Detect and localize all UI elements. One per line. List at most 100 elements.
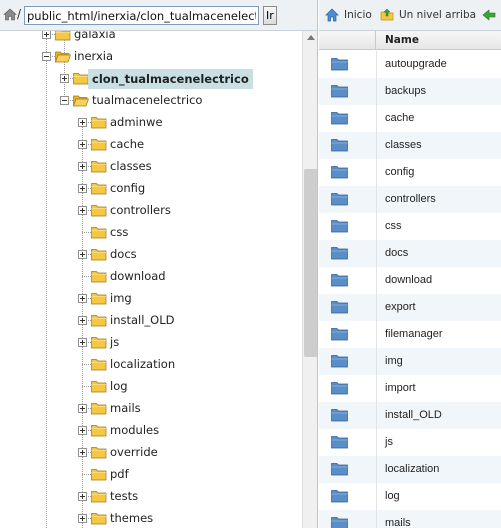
expand-icon[interactable] [60, 74, 69, 83]
expand-icon[interactable] [78, 448, 87, 457]
tree-node-label[interactable]: tualmacenelectrico [92, 93, 202, 108]
file-name[interactable]: config [385, 166, 414, 178]
tree-node-label[interactable]: download [110, 269, 166, 284]
tree-node[interactable]: config [0, 178, 300, 200]
tree-node-label[interactable]: classes [110, 159, 152, 174]
tree-node[interactable]: docs [0, 244, 300, 266]
file-name[interactable]: export [385, 301, 416, 313]
expand-icon[interactable] [78, 316, 87, 325]
tree-node[interactable]: install_OLD [0, 310, 300, 332]
tree-node-label[interactable]: js [110, 335, 119, 350]
file-name[interactable]: classes [385, 139, 422, 151]
tree-node[interactable]: mails [0, 398, 300, 420]
tree-node-label[interactable]: tests [110, 489, 138, 504]
file-list-row[interactable]: autoupgrade [319, 51, 501, 78]
file-name[interactable]: install_OLD [385, 409, 442, 421]
tree-node-label[interactable]: install_OLD [110, 313, 175, 328]
expand-icon[interactable] [78, 404, 87, 413]
tree-node[interactable]: js [0, 332, 300, 354]
file-name[interactable]: cache [385, 112, 414, 124]
expand-icon[interactable] [78, 250, 87, 259]
expand-icon[interactable] [78, 140, 87, 149]
go-button[interactable]: Ir [263, 6, 277, 25]
tree-node[interactable]: override [0, 442, 300, 464]
file-list-row[interactable]: cache [319, 105, 501, 132]
tree-node[interactable]: classes [0, 156, 300, 178]
tree-node[interactable]: tests [0, 486, 300, 508]
file-name[interactable]: filemanager [385, 328, 442, 340]
tree-node-label[interactable]: modules [110, 423, 159, 438]
tree-scrollbar[interactable] [302, 31, 317, 528]
file-name[interactable]: mails [385, 517, 411, 528]
file-list-row[interactable]: log [319, 483, 501, 510]
tree-node[interactable]: themes [0, 508, 300, 528]
expand-icon[interactable] [78, 338, 87, 347]
tree-node-label[interactable]: cache [110, 137, 144, 152]
file-name[interactable]: controllers [385, 193, 436, 205]
tree-node-label[interactable]: docs [110, 247, 137, 262]
file-list-row[interactable]: import [319, 375, 501, 402]
collapse-icon[interactable] [42, 52, 51, 61]
file-list-row[interactable]: download [319, 267, 501, 294]
file-list-row[interactable]: docs [319, 240, 501, 267]
file-name[interactable]: backups [385, 85, 426, 97]
tree-node-label[interactable]: css [110, 225, 128, 240]
file-list-row[interactable]: export [319, 294, 501, 321]
expand-icon[interactable] [78, 426, 87, 435]
tree-node[interactable]: cache [0, 134, 300, 156]
tree-node[interactable]: tualmacenelectrico [0, 90, 300, 112]
tree-node-label[interactable]: log [110, 379, 128, 394]
expand-icon[interactable] [78, 294, 87, 303]
file-list-row[interactable]: js [319, 429, 501, 456]
file-name[interactable]: css [385, 220, 402, 232]
tree-node[interactable]: controllers [0, 200, 300, 222]
file-name[interactable]: log [385, 490, 400, 502]
home-icon[interactable] [3, 8, 17, 21]
tree-node-label[interactable]: controllers [110, 203, 171, 218]
tree-node[interactable]: inerxia [0, 46, 300, 68]
tree-node-label[interactable]: mails [110, 401, 141, 416]
tree-node-label[interactable]: clon_tualmacenelectrico [88, 69, 253, 89]
expand-icon[interactable] [78, 492, 87, 501]
file-list-row[interactable]: css [319, 213, 501, 240]
tree-node[interactable]: log [0, 376, 300, 398]
expand-icon[interactable] [42, 31, 51, 39]
tree-node-label[interactable]: override [110, 445, 158, 460]
file-list-row[interactable]: filemanager [319, 321, 501, 348]
tree-node[interactable]: clon_tualmacenelectrico [0, 68, 300, 90]
expand-icon[interactable] [78, 184, 87, 193]
tree-node[interactable]: img [0, 288, 300, 310]
scrollbar-thumb[interactable] [304, 169, 317, 357]
expand-icon[interactable] [78, 118, 87, 127]
expand-icon[interactable] [78, 514, 87, 523]
collapse-icon[interactable] [60, 96, 69, 105]
file-list-row[interactable]: mails [319, 510, 501, 528]
file-name[interactable]: download [385, 274, 432, 286]
file-list-row[interactable]: controllers [319, 186, 501, 213]
tree-node-label[interactable]: galaxia [74, 31, 116, 42]
tree-node-label[interactable]: adminwe [110, 115, 163, 130]
file-name[interactable]: import [385, 382, 416, 394]
tree-node[interactable]: galaxia [0, 31, 300, 46]
scroll-up-arrow-icon[interactable] [307, 35, 315, 40]
file-list-row[interactable]: img [319, 348, 501, 375]
name-column-header[interactable]: Name [385, 34, 419, 46]
file-name[interactable]: localization [385, 463, 439, 475]
path-input[interactable] [24, 6, 259, 25]
expand-icon[interactable] [78, 206, 87, 215]
file-list-row[interactable]: localization [319, 456, 501, 483]
tree-node[interactable]: adminwe [0, 112, 300, 134]
file-name[interactable]: docs [385, 247, 408, 259]
file-name[interactable]: js [385, 436, 393, 448]
tree-node-label[interactable]: config [110, 181, 145, 196]
tree-node[interactable]: css [0, 222, 300, 244]
file-list-row[interactable]: config [319, 159, 501, 186]
file-list-row[interactable]: classes [319, 132, 501, 159]
tree-node-label[interactable]: themes [110, 511, 153, 526]
tree-node-label[interactable]: inerxia [74, 49, 113, 64]
file-name[interactable]: autoupgrade [385, 58, 447, 70]
tree-node-label[interactable]: pdf [110, 467, 129, 482]
file-list-row[interactable]: install_OLD [319, 402, 501, 429]
tree-node[interactable]: modules [0, 420, 300, 442]
tree-node[interactable]: localization [0, 354, 300, 376]
